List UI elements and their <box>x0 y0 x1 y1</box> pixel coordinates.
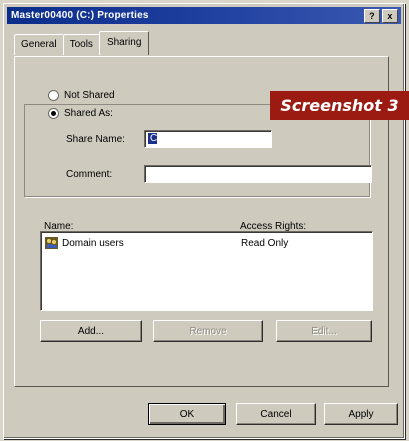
window-title: Master00400 (C:) Properties <box>11 10 149 21</box>
cancel-button[interactable]: Cancel <box>236 403 316 425</box>
tab-strip: General Tools Sharing <box>14 31 150 55</box>
comment-label: Comment: <box>66 169 113 180</box>
add-button[interactable]: Add... <box>40 320 142 342</box>
screenshot-badge: Screenshot 3 <box>270 91 409 120</box>
share-name-value: C <box>150 133 158 144</box>
user-name: Domain users <box>62 237 124 249</box>
radio-circle-icon <box>48 90 59 101</box>
tab-general[interactable]: General <box>14 34 64 55</box>
comment-input[interactable] <box>144 165 372 183</box>
list-item[interactable]: Domain users Read Only <box>45 236 367 250</box>
ok-button[interactable]: OK <box>148 403 226 425</box>
permissions-list[interactable]: Domain users Read Only <box>40 231 373 311</box>
close-button[interactable]: x <box>382 9 398 23</box>
radio-checked-icon <box>48 108 59 119</box>
user-group-icon <box>45 237 58 249</box>
edit-button[interactable]: Edit... <box>276 320 372 342</box>
not-shared-radio[interactable]: Not Shared <box>48 90 115 101</box>
shared-as-radio[interactable]: Shared As: <box>48 108 116 119</box>
tab-tools[interactable]: Tools <box>62 34 100 55</box>
remove-button[interactable]: Remove <box>153 320 263 342</box>
tab-sharing[interactable]: Sharing <box>98 31 150 55</box>
share-name-input[interactable]: C <box>144 130 272 148</box>
help-button[interactable]: ? <box>364 9 380 23</box>
title-bar[interactable]: Master00400 (C:) Properties ? x <box>7 7 401 24</box>
shared-as-label: Shared As: <box>64 108 113 119</box>
share-name-label: Share Name: <box>66 134 125 145</box>
user-rights: Read Only <box>241 237 289 249</box>
apply-button[interactable]: Apply <box>324 403 398 425</box>
not-shared-label: Not Shared <box>64 90 115 101</box>
